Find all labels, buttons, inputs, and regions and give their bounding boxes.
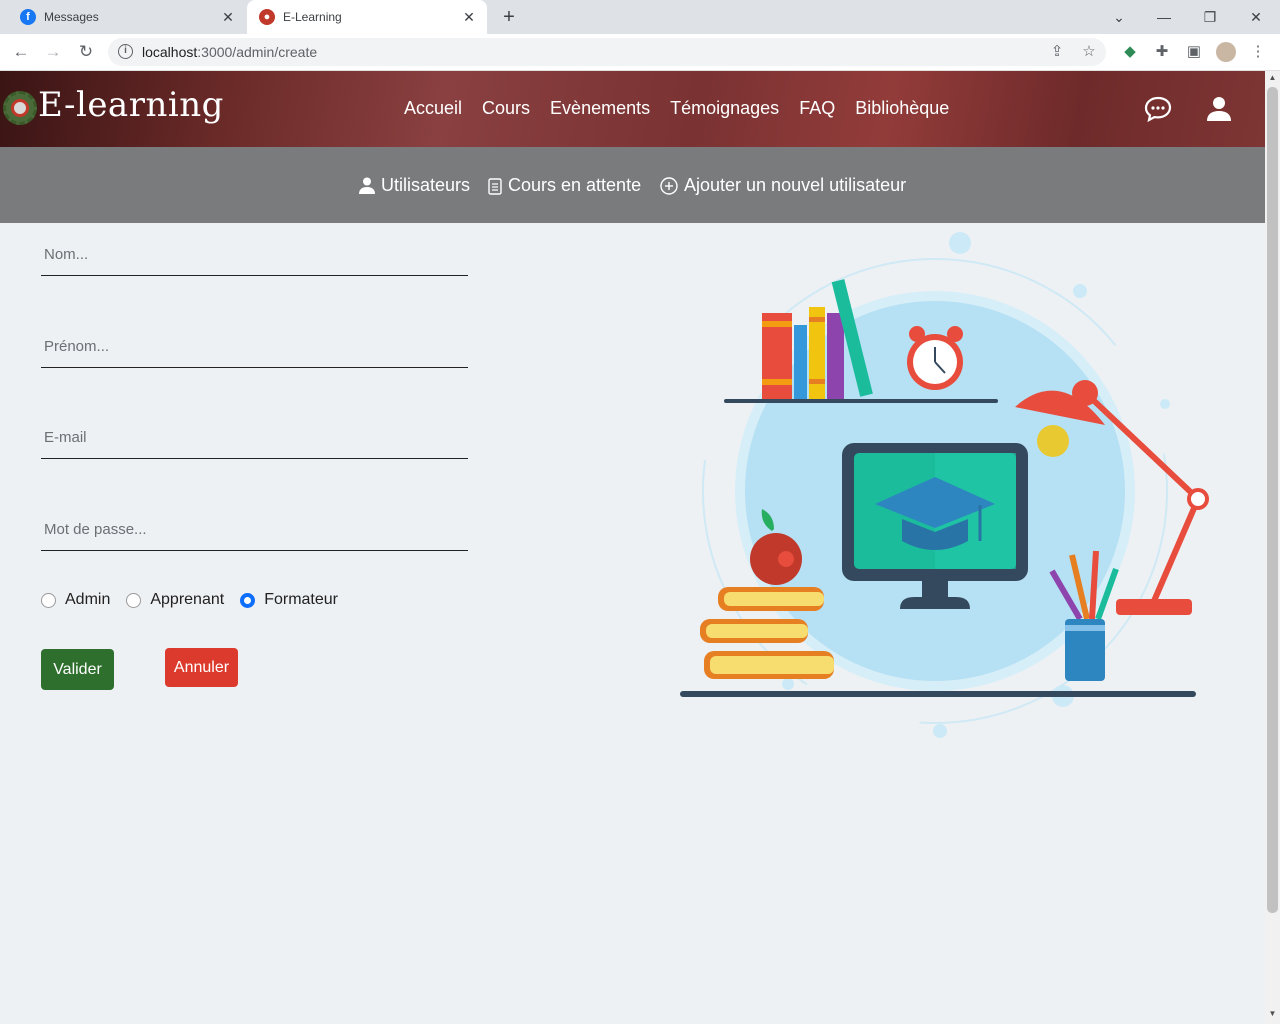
e-learning-illustration [680,232,1209,738]
prenom-input[interactable] [41,326,468,368]
radio-button-checked[interactable] [240,592,256,608]
logo-gear-icon[interactable] [3,91,37,125]
nav-accueil[interactable]: Accueil [404,98,462,119]
tab-search-icon[interactable]: ⌄ [1108,6,1130,28]
password-input[interactable] [41,509,468,551]
close-tab-icon[interactable]: ✕ [461,9,477,25]
minimize-icon[interactable]: — [1153,6,1175,28]
logo-text[interactable]: E-learning [38,85,224,125]
role-formateur-label: Formateur [264,591,338,608]
nav-evenements[interactable]: Evènements [550,98,650,119]
subnav-users[interactable]: Utilisateurs [359,175,470,196]
restore-icon[interactable]: ❐ [1199,6,1221,28]
page-scrollbar[interactable]: ▲ ▼ [1265,71,1280,1024]
nav-temoignages[interactable]: Témoignages [670,98,779,119]
clipboard-icon [488,177,502,195]
nav-cours[interactable]: Cours [482,98,530,119]
subnav-users-label: Utilisateurs [381,175,471,195]
admin-subnav: Utilisateurs Cours en attente Ajouter un… [0,147,1265,223]
scroll-up-icon[interactable]: ▲ [1268,73,1277,82]
close-tab-icon[interactable]: ✕ [220,9,236,25]
email-input[interactable] [41,417,468,459]
subnav-pending-courses[interactable]: Cours en attente [488,175,641,196]
side-panel-icon[interactable]: ▣ [1184,42,1204,62]
extensions-puzzle-icon[interactable]: ✚ [1152,42,1172,62]
user-icon[interactable] [1205,95,1233,123]
valider-button[interactable]: Valider [41,649,114,690]
radio-button[interactable] [41,592,56,608]
main-nav: Accueil Cours Evènements Témoignages FAQ… [404,98,949,119]
reload-icon[interactable]: ↻ [75,41,97,63]
nom-input[interactable] [41,234,468,276]
elearning-favicon-icon: ● [259,9,275,25]
share-icon[interactable]: ⇪ [1048,43,1066,61]
subnav-add-user-label: Ajouter un nouvel utilisateur [684,175,907,195]
browser-tab-messages[interactable]: f Messages ✕ [8,0,246,34]
subnav-pending-label: Cours en attente [508,175,642,195]
browser-tab-bar: f Messages ✕ ● E-Learning ✕ + ⌄ — ❐ ✕ [0,0,1280,34]
role-apprenant-label: Apprenant [150,591,225,608]
extension-icon[interactable]: ◆ [1120,42,1140,62]
nav-bibliotheque[interactable]: Bibliohèque [855,98,949,119]
role-formateur-radio[interactable]: Formateur [240,591,338,609]
role-apprenant-radio[interactable]: Apprenant [126,591,224,609]
role-radio-group: Admin Apprenant Formateur [41,591,354,609]
tab-title: E-Learning [283,10,342,24]
user-icon [359,177,375,194]
radio-button[interactable] [126,592,142,608]
role-admin-radio[interactable]: Admin [41,591,110,609]
subnav-add-user[interactable]: Ajouter un nouvel utilisateur [660,175,906,196]
page-viewport: E-learning Accueil Cours Evènements Témo… [0,71,1265,1024]
scrollbar-thumb[interactable] [1267,87,1278,913]
menu-dots-icon[interactable]: ⋮ [1248,42,1268,62]
facebook-icon: f [20,9,36,25]
role-admin-label: Admin [65,591,111,608]
plus-circle-icon [660,176,678,195]
site-header: E-learning Accueil Cours Evènements Témo… [0,71,1265,147]
nav-faq[interactable]: FAQ [799,98,835,119]
chat-icon[interactable] [1144,95,1172,123]
browser-toolbar: ← → ↻ i localhost:3000/admin/create ⇪ ☆ … [0,34,1280,71]
profile-avatar[interactable] [1216,42,1236,62]
new-tab-button[interactable]: + [498,6,520,28]
bookmark-star-icon[interactable]: ☆ [1080,43,1098,61]
address-bar[interactable]: i localhost:3000/admin/create ⇪ ☆ [108,38,1106,66]
forward-icon[interactable]: → [42,41,64,63]
close-window-icon[interactable]: ✕ [1245,6,1267,28]
scroll-down-icon[interactable]: ▼ [1268,1009,1277,1018]
tab-title: Messages [44,10,99,24]
url-text[interactable]: localhost:3000/admin/create [142,44,317,60]
annuler-button[interactable]: Annuler [165,648,238,687]
browser-tab-elearning[interactable]: ● E-Learning ✕ [247,0,487,34]
back-icon[interactable]: ← [10,41,32,63]
site-info-icon[interactable]: i [118,44,133,59]
